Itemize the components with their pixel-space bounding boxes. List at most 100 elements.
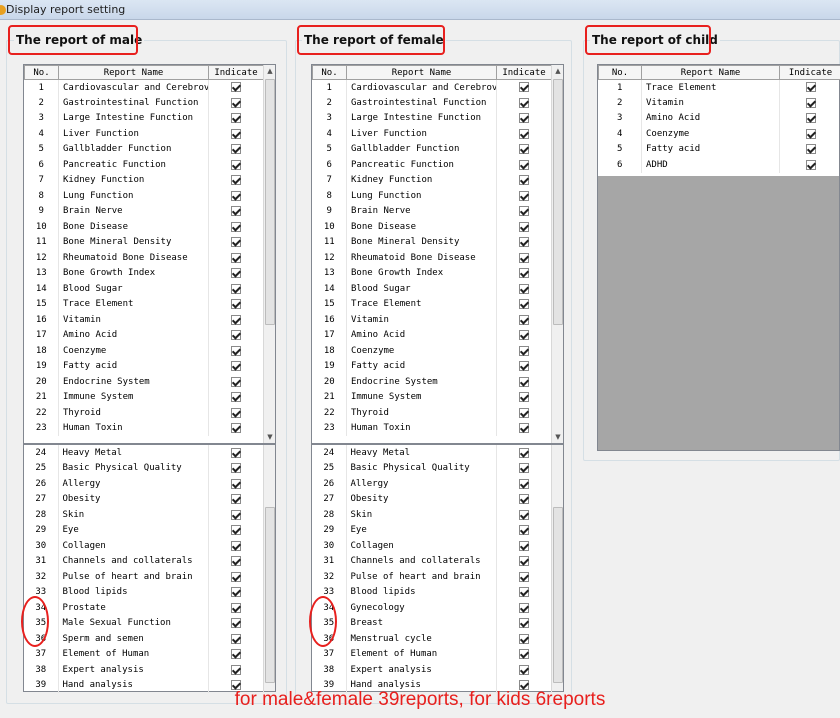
table-row[interactable]: 4 Coenzyme bbox=[598, 126, 840, 142]
table-row[interactable]: 4 Liver Function bbox=[24, 126, 264, 142]
table-row[interactable]: 10 Bone Disease bbox=[312, 219, 552, 235]
scroll-down-arrow-icon[interactable]: ▼ bbox=[264, 431, 276, 443]
table-row[interactable]: 2 Vitamin bbox=[598, 95, 840, 111]
table-row[interactable]: 23 Human Toxin bbox=[24, 420, 264, 436]
checkbox-checked-icon[interactable] bbox=[519, 392, 529, 402]
table-row[interactable]: 13 Bone Growth Index bbox=[312, 265, 552, 281]
table-row[interactable]: 24 Heavy Metal bbox=[312, 445, 552, 461]
table-row[interactable]: 5 Gallbladder Function bbox=[24, 141, 264, 157]
table-row[interactable]: 3 Amino Acid bbox=[598, 110, 840, 126]
col-header-report-name[interactable]: Report Name bbox=[58, 65, 209, 80]
checkbox-checked-icon[interactable] bbox=[518, 587, 529, 597]
scroll-thumb[interactable] bbox=[265, 79, 275, 325]
table-row[interactable]: 28 Skin bbox=[24, 507, 264, 523]
table-row[interactable]: 21 Immune System bbox=[312, 389, 552, 405]
child-grid[interactable]: No. Report Name Indicate 1 Trace Element 2… bbox=[597, 64, 840, 451]
checkbox-checked-icon[interactable] bbox=[231, 392, 241, 402]
checkbox-checked-icon[interactable] bbox=[231, 82, 241, 93]
checkbox-checked-icon[interactable] bbox=[519, 221, 529, 232]
checkbox-checked-icon[interactable] bbox=[805, 82, 816, 93]
col-header-report-name[interactable]: Report Name bbox=[641, 65, 780, 80]
checkbox-checked-icon[interactable] bbox=[519, 237, 529, 247]
table-row[interactable]: 26 Allergy bbox=[24, 476, 264, 492]
checkbox-checked-icon[interactable] bbox=[230, 633, 241, 644]
checkbox-checked-icon[interactable] bbox=[519, 330, 529, 340]
male-grid-top[interactable]: No. Report Name Indicate 1 Cardiovascular… bbox=[23, 64, 276, 444]
table-row[interactable]: 34 Gynecology bbox=[312, 600, 552, 616]
checkbox-checked-icon[interactable] bbox=[519, 345, 529, 356]
checkbox-checked-icon[interactable] bbox=[519, 144, 529, 154]
checkbox-checked-icon[interactable] bbox=[518, 540, 529, 551]
checkbox-checked-icon[interactable] bbox=[518, 525, 529, 535]
table-row[interactable]: 19 Fatty acid bbox=[24, 358, 264, 374]
table-row[interactable]: 1 Cardiovascular and Cerebrov bbox=[24, 79, 264, 95]
table-row[interactable]: 38 Expert analysis bbox=[24, 662, 264, 678]
checkbox-checked-icon[interactable] bbox=[230, 494, 241, 504]
table-row[interactable]: 24 Heavy Metal bbox=[24, 445, 264, 461]
table-row[interactable]: 17 Amino Acid bbox=[24, 327, 264, 343]
checkbox-checked-icon[interactable] bbox=[518, 649, 529, 659]
table-row[interactable]: 20 Endocrine System bbox=[312, 374, 552, 390]
table-row[interactable]: 6 ADHD bbox=[598, 157, 840, 173]
table-row[interactable]: 12 Rheumatoid Bone Disease bbox=[312, 250, 552, 266]
table-row[interactable]: 35 Breast bbox=[312, 615, 552, 631]
table-row[interactable]: 18 Coenzyme bbox=[24, 343, 264, 359]
table-row[interactable]: 22 Thyroid bbox=[24, 405, 264, 421]
checkbox-checked-icon[interactable] bbox=[230, 664, 241, 675]
scroll-up-arrow-icon[interactable]: ▲ bbox=[552, 65, 564, 77]
table-row[interactable]: 27 Obesity bbox=[312, 491, 552, 507]
table-row[interactable]: 11 Bone Mineral Density bbox=[312, 234, 552, 250]
checkbox-checked-icon[interactable] bbox=[231, 330, 241, 340]
table-row[interactable]: 3 Large Intestine Function bbox=[312, 110, 552, 126]
table-row[interactable]: 14 Blood Sugar bbox=[312, 281, 552, 297]
checkbox-checked-icon[interactable] bbox=[805, 113, 816, 123]
checkbox-checked-icon[interactable] bbox=[518, 602, 529, 613]
table-row[interactable]: 32 Pulse of heart and brain bbox=[312, 569, 552, 585]
table-row[interactable]: 15 Trace Element bbox=[24, 296, 264, 312]
scroll-thumb[interactable] bbox=[553, 507, 563, 683]
table-row[interactable]: 33 Blood lipids bbox=[24, 584, 264, 600]
table-row[interactable]: 10 Bone Disease bbox=[24, 219, 264, 235]
table-row[interactable]: 13 Bone Growth Index bbox=[24, 265, 264, 281]
table-row[interactable]: 9 Brain Nerve bbox=[312, 203, 552, 219]
checkbox-checked-icon[interactable] bbox=[231, 175, 241, 185]
checkbox-checked-icon[interactable] bbox=[230, 463, 241, 473]
table-row[interactable]: 38 Expert analysis bbox=[312, 662, 552, 678]
table-row[interactable]: 3 Large Intestine Function bbox=[24, 110, 264, 126]
table-row[interactable]: 1 Trace Element bbox=[598, 79, 840, 95]
female-grid-bottom[interactable]: 24 Heavy Metal 25 Basic Physical Quality 26 A… bbox=[311, 444, 564, 693]
checkbox-checked-icon[interactable] bbox=[519, 299, 529, 309]
checkbox-checked-icon[interactable] bbox=[231, 128, 241, 139]
table-row[interactable]: 15 Trace Element bbox=[312, 296, 552, 312]
checkbox-checked-icon[interactable] bbox=[231, 252, 241, 263]
checkbox-checked-icon[interactable] bbox=[230, 478, 241, 489]
table-row[interactable]: 25 Basic Physical Quality bbox=[312, 460, 552, 476]
checkbox-checked-icon[interactable] bbox=[518, 494, 529, 504]
female-grid-top[interactable]: No. Report Name Indicate 1 Cardiovascular… bbox=[311, 64, 564, 444]
checkbox-checked-icon[interactable] bbox=[519, 252, 529, 263]
checkbox-checked-icon[interactable] bbox=[805, 159, 816, 170]
checkbox-checked-icon[interactable] bbox=[805, 144, 816, 154]
table-row[interactable]: 8 Lung Function bbox=[312, 188, 552, 204]
checkbox-checked-icon[interactable] bbox=[231, 407, 241, 418]
table-row[interactable]: 36 Sperm and semen bbox=[24, 631, 264, 647]
checkbox-checked-icon[interactable] bbox=[231, 144, 241, 154]
table-row[interactable]: 2 Gastrointestinal Function bbox=[24, 95, 264, 111]
checkbox-checked-icon[interactable] bbox=[519, 190, 529, 201]
table-row[interactable]: 31 Channels and collaterals bbox=[24, 553, 264, 569]
table-row[interactable]: 34 Prostate bbox=[24, 600, 264, 616]
table-row[interactable]: 28 Skin bbox=[312, 507, 552, 523]
male-grid-bottom[interactable]: 24 Heavy Metal 25 Basic Physical Quality 26 A… bbox=[23, 444, 276, 693]
scroll-thumb[interactable] bbox=[265, 507, 275, 683]
checkbox-checked-icon[interactable] bbox=[519, 128, 529, 139]
table-row[interactable]: 31 Channels and collaterals bbox=[312, 553, 552, 569]
col-header-indicate[interactable]: Indicate bbox=[496, 65, 552, 80]
table-row[interactable]: 18 Coenzyme bbox=[312, 343, 552, 359]
checkbox-checked-icon[interactable] bbox=[518, 447, 529, 458]
col-header-report-name[interactable]: Report Name bbox=[346, 65, 497, 80]
table-row[interactable]: 37 Element of Human bbox=[24, 646, 264, 662]
checkbox-checked-icon[interactable] bbox=[231, 283, 241, 294]
checkbox-checked-icon[interactable] bbox=[230, 602, 241, 613]
table-row[interactable]: 29 Eye bbox=[312, 522, 552, 538]
table-row[interactable]: 7 Kidney Function bbox=[312, 172, 552, 188]
